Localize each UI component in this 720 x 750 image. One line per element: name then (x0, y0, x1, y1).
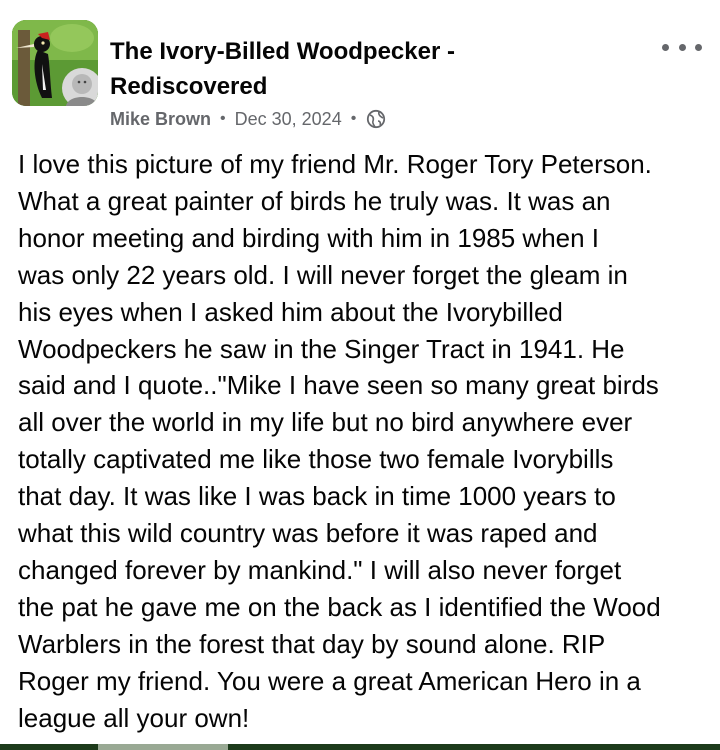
post-header: The Ivory-Billed Woodpecker - Rediscover… (12, 18, 712, 138)
more-dot (662, 43, 669, 51)
more-dot (678, 43, 686, 51)
more-dot (695, 43, 702, 51)
group-name-link[interactable]: The Ivory-Billed Woodpecker - Rediscover… (110, 34, 590, 104)
post-meta: Mike Brown • Dec 30, 2024 • (110, 106, 386, 132)
post-body-text: I love this picture of my friend Mr. Rog… (18, 149, 661, 733)
image-edge-highlight (98, 744, 228, 750)
more-options-icon[interactable] (662, 36, 702, 58)
post-date[interactable]: Dec 30, 2024 (235, 109, 342, 130)
post-image-preview-edge[interactable] (0, 744, 720, 750)
meta-separator: • (350, 110, 357, 127)
meta-separator: • (220, 110, 226, 127)
author-name[interactable]: Mike Brown (110, 109, 211, 130)
group-avatar[interactable] (12, 20, 98, 106)
woodpecker-avatar-icon (12, 20, 98, 106)
post-card: The Ivory-Billed Woodpecker - Rediscover… (0, 0, 720, 750)
globe-icon (366, 109, 386, 129)
